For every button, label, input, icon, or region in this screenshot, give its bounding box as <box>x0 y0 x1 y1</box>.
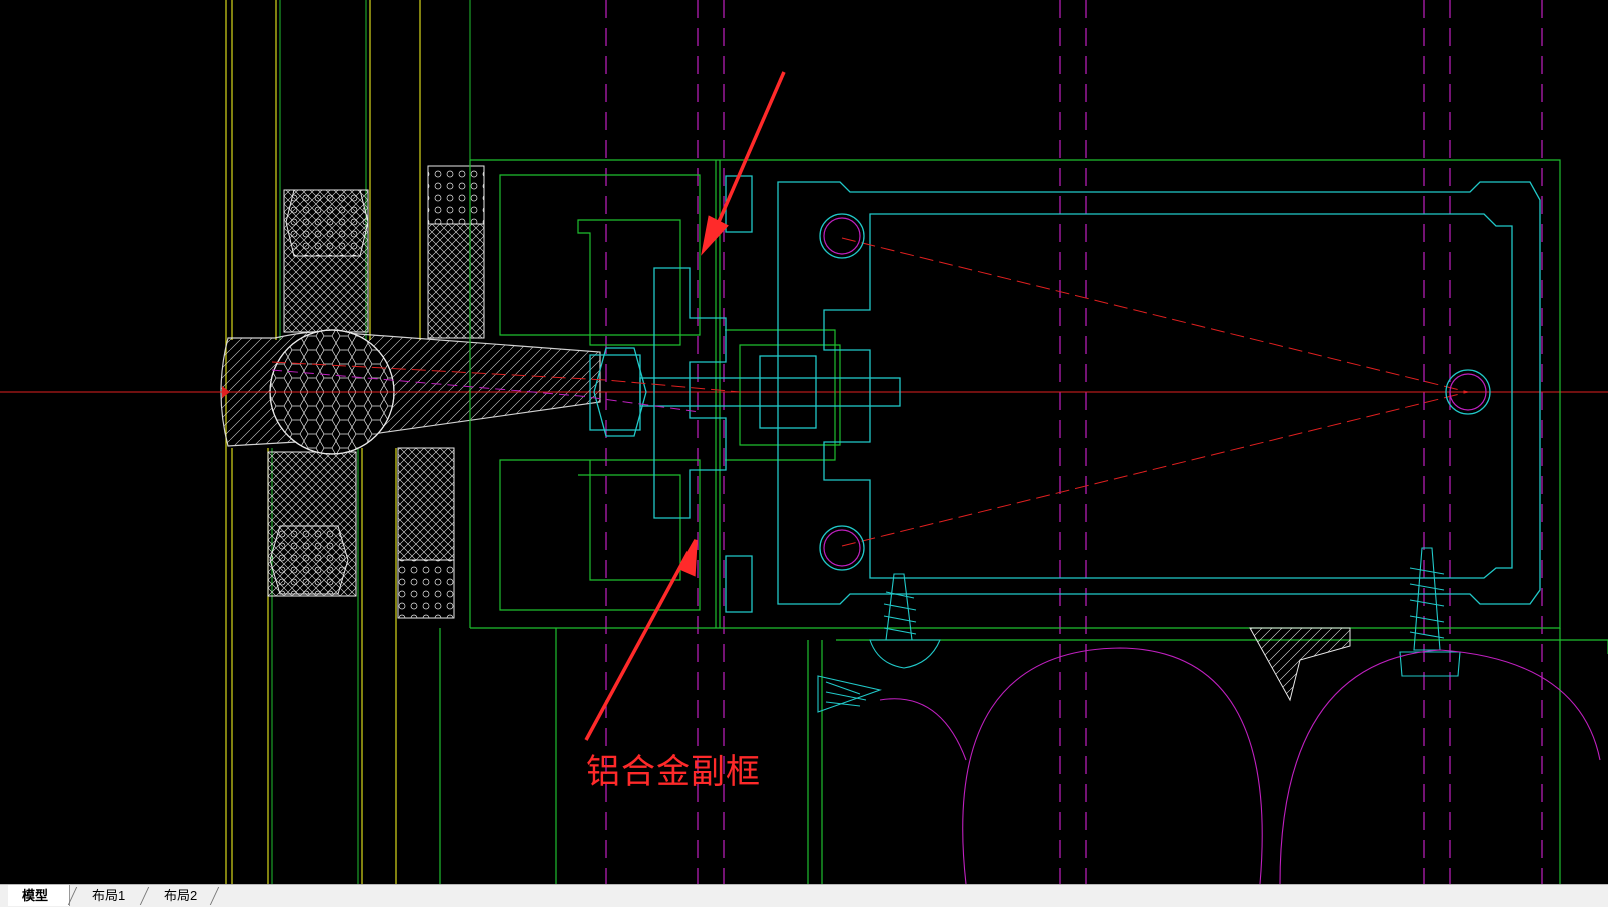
self-tapping-screw <box>817 547 1461 713</box>
bracket-section <box>1249 627 1351 702</box>
tab-model[interactable]: 模型 <box>8 885 70 906</box>
annotation-label: 铝合金副框 <box>586 752 761 792</box>
layout-tab-bar: 模型 布局1 布局2 <box>0 884 1608 907</box>
tab-layout2[interactable]: 布局2 <box>150 885 214 906</box>
aluminum-subframe-profile <box>589 175 1541 613</box>
tab-layout1[interactable]: 布局1 <box>78 885 142 906</box>
magenta-arcs <box>879 647 1601 884</box>
cad-model-space[interactable] <box>0 0 1608 884</box>
